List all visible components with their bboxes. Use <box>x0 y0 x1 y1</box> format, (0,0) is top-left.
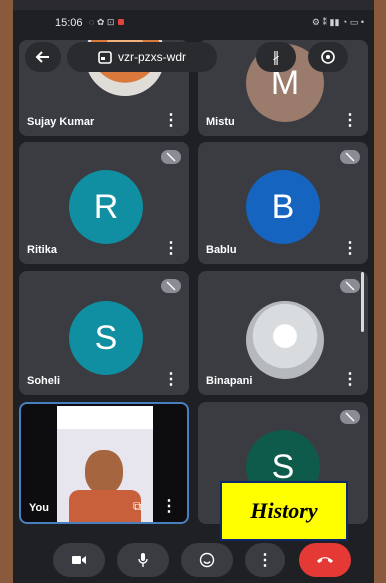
avatar-initial: B <box>271 187 295 226</box>
call-controls: ⋮ <box>33 535 368 583</box>
top-strip <box>13 0 374 10</box>
participant-name: Sujay Kumar <box>27 116 95 128</box>
face <box>85 450 123 494</box>
picture-in-picture-icon[interactable]: ⧉ <box>133 499 142 514</box>
bluetooth-audio-button[interactable]: ∦ <box>256 42 296 72</box>
hang-up-icon <box>317 557 333 563</box>
participant-tile-ritika[interactable]: R Ritika ⋮ <box>19 142 189 264</box>
status-bar: 15:06 ◌ ✿ ⊡ ⚙ ⁑ ▮▮ ◔ ▭ • <box>13 12 374 36</box>
switch-camera-button[interactable] <box>308 42 348 72</box>
more-options-icon[interactable]: ⋮ <box>163 238 179 258</box>
mic-off-icon <box>340 150 360 164</box>
meeting-header: vzr-pzxs-wdr ∦ <box>19 40 354 76</box>
participant-tile-binapani[interactable]: Binapani ⋮ <box>198 271 368 395</box>
participant-name: Ritika <box>27 244 57 256</box>
status-time: 15:06 <box>55 17 83 29</box>
recording-dot-icon <box>118 19 125 25</box>
arrow-left-icon <box>35 51 49 63</box>
switch-camera-icon <box>321 50 335 64</box>
more-options-icon[interactable]: ⋮ <box>342 110 358 130</box>
more-options-icon[interactable]: ⋮ <box>163 110 179 130</box>
mic-off-icon <box>340 279 360 293</box>
microphone-icon <box>138 553 148 567</box>
back-button[interactable] <box>25 42 61 72</box>
meeting-code: vzr-pzxs-wdr <box>118 50 186 64</box>
participant-name: Soheli <box>27 375 61 387</box>
video-camera-icon <box>72 556 86 564</box>
shirt <box>69 490 141 522</box>
reactions-button[interactable] <box>181 543 233 577</box>
participant-tile-soheli[interactable]: S Soheli ⋮ <box>19 271 189 395</box>
end-call-button[interactable] <box>299 543 351 577</box>
notification-icons: ◌ ✿ ⊡ <box>89 17 115 27</box>
self-video-tile[interactable]: You ⧉ ⋮ <box>19 402 189 524</box>
more-options-icon[interactable]: ⋮ <box>163 369 179 389</box>
more-vert-icon: ⋮ <box>257 552 273 569</box>
more-options-icon[interactable]: ⋮ <box>161 496 177 516</box>
avatar-initial: S <box>94 318 118 357</box>
self-name: You <box>29 502 49 514</box>
history-caption-overlay: History <box>220 481 348 541</box>
more-options-icon[interactable]: ⋮ <box>342 238 358 258</box>
mic-off-icon <box>161 150 181 164</box>
more-options-button[interactable]: ⋮ <box>245 543 285 577</box>
participant-name: Mistu <box>206 116 235 128</box>
emoji-icon <box>199 552 215 568</box>
calendar-icon <box>98 51 112 64</box>
status-left-icons: ◌ ✿ ⊡ <box>89 17 125 28</box>
mic-toggle-button[interactable] <box>117 543 169 577</box>
participant-name: Binapani <box>206 375 253 387</box>
participant-tile-bablu[interactable]: B Bablu ⋮ <box>198 142 368 264</box>
participant-name: Bablu <box>206 244 237 256</box>
mic-off-icon <box>161 279 181 293</box>
avatar: S <box>69 301 143 375</box>
mic-off-icon <box>340 410 360 424</box>
avatar-initial: R <box>93 187 119 226</box>
more-options-icon[interactable]: ⋮ <box>342 369 358 389</box>
status-right-icons: ⚙ ⁑ ▮▮ ◔ ▭ • <box>311 17 364 27</box>
avatar: R <box>69 170 143 244</box>
avatar: B <box>246 170 320 244</box>
bluetooth-icon: ∦ <box>272 48 280 65</box>
scrollbar[interactable] <box>361 272 364 332</box>
camera-toggle-button[interactable] <box>53 543 105 577</box>
meeting-info-pill[interactable]: vzr-pzxs-wdr <box>67 42 217 72</box>
participant-photo <box>246 301 324 379</box>
